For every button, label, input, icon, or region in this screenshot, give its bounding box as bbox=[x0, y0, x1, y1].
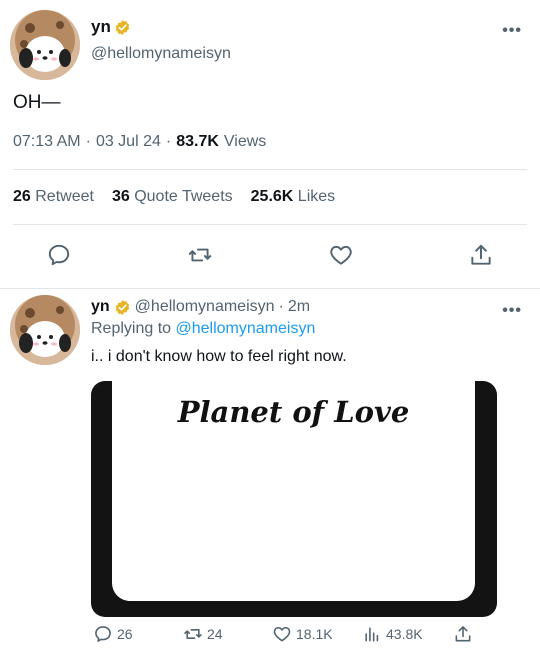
tweet-text: OH— bbox=[13, 92, 61, 113]
reply-button[interactable] bbox=[44, 240, 74, 270]
media-title: Planet of Love bbox=[177, 395, 410, 429]
retweet-icon bbox=[184, 629, 202, 639]
replying-to: Replying to @hellomynameisyn bbox=[91, 320, 315, 338]
views-count: 83.7K bbox=[176, 133, 219, 150]
heart-icon bbox=[330, 245, 352, 265]
bar-chart-icon bbox=[365, 627, 379, 642]
meta-separator: · bbox=[85, 133, 91, 150]
reply-actions: 26 24 18.1K 43.8K bbox=[0, 624, 540, 652]
replying-handle-link[interactable]: @hellomynameisyn bbox=[176, 320, 316, 337]
comment-icon bbox=[48, 244, 70, 266]
views-label: Views bbox=[223, 133, 267, 150]
share-icon bbox=[455, 626, 471, 642]
share-button[interactable] bbox=[466, 240, 496, 270]
views-count: 43.8K bbox=[386, 626, 423, 642]
display-name-text[interactable]: yn bbox=[91, 17, 111, 37]
reply-button[interactable]: 26 bbox=[93, 624, 133, 644]
retweet-button[interactable] bbox=[185, 240, 215, 270]
meta-separator: · bbox=[278, 298, 284, 315]
more-options-button[interactable]: ••• bbox=[502, 302, 522, 320]
avatar[interactable] bbox=[10, 10, 80, 80]
display-name-text[interactable]: yn bbox=[91, 298, 110, 316]
media-attachment[interactable]: Planet of Love bbox=[91, 381, 497, 617]
handle[interactable]: @hellomynameisyn bbox=[135, 298, 275, 316]
reply-header: yn @hellomynameisyn · 2m bbox=[91, 298, 310, 316]
handle[interactable]: @hellomynameisyn bbox=[91, 45, 231, 63]
heart-icon bbox=[273, 626, 291, 642]
display-name[interactable]: yn bbox=[91, 17, 131, 37]
verified-badge-icon bbox=[115, 299, 129, 315]
divider bbox=[13, 169, 527, 170]
divider bbox=[13, 224, 527, 225]
comment-icon bbox=[95, 626, 111, 642]
retweets-stat[interactable]: 26 Retweet bbox=[13, 188, 94, 206]
verified-badge-icon bbox=[115, 19, 130, 35]
avatar[interactable] bbox=[10, 295, 80, 365]
meta-separator: · bbox=[165, 133, 172, 150]
tweet-time[interactable]: 07:13 AM bbox=[13, 133, 81, 151]
retweet-icon bbox=[188, 248, 212, 262]
time-ago[interactable]: 2m bbox=[288, 298, 310, 316]
like-button[interactable] bbox=[326, 240, 356, 270]
tweet-separator bbox=[0, 288, 540, 289]
more-options-button[interactable]: ••• bbox=[502, 22, 522, 40]
share-button[interactable] bbox=[453, 624, 473, 644]
media-image: Planet of Love bbox=[112, 381, 475, 601]
reply-text: i.. i don't know how to feel right now. bbox=[91, 348, 347, 365]
replying-label: Replying to bbox=[91, 320, 172, 337]
retweet-count: 24 bbox=[207, 626, 223, 642]
tweet-meta: 07:13 AM · 03 Jul 24 · 83.7K Views bbox=[13, 133, 266, 151]
share-icon bbox=[471, 244, 491, 265]
tweet-date[interactable]: 03 Jul 24 bbox=[96, 133, 161, 151]
like-button[interactable]: 18.1K bbox=[272, 624, 333, 644]
like-count: 18.1K bbox=[296, 626, 333, 642]
tweet-stats: 26 Retweet 36 Quote Tweets 25.6K Likes bbox=[13, 188, 335, 206]
avatar-image bbox=[10, 295, 80, 365]
retweet-button[interactable]: 24 bbox=[183, 624, 223, 644]
avatar-image bbox=[10, 10, 80, 80]
likes-stat[interactable]: 25.6K Likes bbox=[251, 188, 336, 206]
reply-count: 26 bbox=[117, 626, 133, 642]
tweet-actions bbox=[0, 240, 540, 274]
views-button[interactable]: 43.8K bbox=[362, 624, 423, 644]
quotes-stat[interactable]: 36 Quote Tweets bbox=[112, 188, 233, 206]
